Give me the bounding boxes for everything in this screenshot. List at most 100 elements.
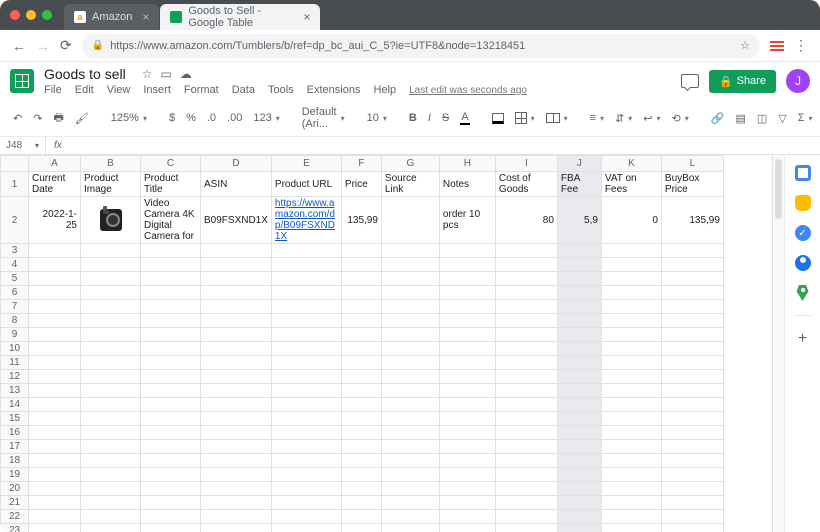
cell[interactable]	[29, 356, 81, 370]
cell[interactable]	[271, 356, 341, 370]
cell[interactable]	[341, 440, 381, 454]
row-header[interactable]: 1	[1, 172, 29, 197]
cell[interactable]	[439, 454, 495, 468]
cell[interactable]	[271, 384, 341, 398]
menu-help[interactable]: Help	[373, 84, 396, 96]
cell[interactable]	[439, 524, 495, 532]
menu-data[interactable]: Data	[232, 84, 255, 96]
cell[interactable]	[381, 482, 439, 496]
cell[interactable]	[81, 426, 141, 440]
name-box[interactable]: J48▾	[0, 137, 46, 154]
cell[interactable]	[201, 496, 272, 510]
cell[interactable]	[141, 412, 201, 426]
cell[interactable]	[141, 468, 201, 482]
row-header[interactable]: 18	[1, 454, 29, 468]
cell[interactable]	[439, 384, 495, 398]
cell[interactable]	[141, 314, 201, 328]
cell[interactable]	[439, 496, 495, 510]
cell[interactable]	[81, 398, 141, 412]
select-all-corner[interactable]	[1, 156, 29, 172]
cell[interactable]	[495, 426, 557, 440]
cell[interactable]	[29, 426, 81, 440]
cell[interactable]	[557, 314, 601, 328]
keep-icon[interactable]	[795, 195, 811, 211]
cell[interactable]	[557, 440, 601, 454]
cell[interactable]	[271, 496, 341, 510]
cell[interactable]	[495, 468, 557, 482]
cell[interactable]	[381, 440, 439, 454]
cell[interactable]	[661, 468, 723, 482]
row-header[interactable]: 8	[1, 314, 29, 328]
merge-button[interactable]	[543, 111, 571, 125]
cell[interactable]	[201, 356, 272, 370]
row-header[interactable]: 5	[1, 272, 29, 286]
cell[interactable]	[341, 524, 381, 532]
cell[interactable]	[341, 342, 381, 356]
cell[interactable]	[601, 440, 661, 454]
insert-link-button[interactable]: 🔗	[708, 110, 728, 127]
horizontal-align-button[interactable]: ≡	[587, 110, 607, 126]
menu-extensions[interactable]: Extensions	[307, 84, 361, 96]
cell[interactable]	[201, 440, 272, 454]
cell[interactable]	[141, 384, 201, 398]
cell[interactable]	[557, 370, 601, 384]
product-url-link[interactable]: https://www.amazon.com/dp/B09FSXND1X	[275, 198, 335, 242]
cell[interactable]	[271, 342, 341, 356]
cell[interactable]	[601, 454, 661, 468]
cell[interactable]	[495, 440, 557, 454]
cell[interactable]	[381, 300, 439, 314]
cell[interactable]	[601, 482, 661, 496]
tab-amazon[interactable]: a Amazon ×	[64, 4, 159, 30]
cell[interactable]: VAT on Fees	[601, 172, 661, 197]
cell[interactable]	[557, 454, 601, 468]
column-header-G[interactable]: G	[381, 156, 439, 172]
cell[interactable]	[81, 370, 141, 384]
cell[interactable]	[601, 468, 661, 482]
cell[interactable]	[439, 440, 495, 454]
cell[interactable]	[271, 300, 341, 314]
add-addon-icon[interactable]: +	[798, 330, 807, 348]
cell[interactable]	[201, 426, 272, 440]
cell[interactable]: 80	[495, 197, 557, 244]
insert-chart-button[interactable]: ◫	[754, 110, 770, 127]
cell[interactable]	[661, 412, 723, 426]
cell[interactable]	[557, 468, 601, 482]
cell[interactable]	[29, 300, 81, 314]
address-bar[interactable]: 🔒 https://www.amazon.com/Tumblers/b/ref=…	[82, 34, 760, 58]
row-header[interactable]: 11	[1, 356, 29, 370]
cell[interactable]	[381, 468, 439, 482]
cell[interactable]	[557, 482, 601, 496]
cell[interactable]	[495, 398, 557, 412]
row-header[interactable]: 3	[1, 244, 29, 258]
cell[interactable]	[29, 524, 81, 532]
cell[interactable]	[81, 482, 141, 496]
row-header[interactable]: 20	[1, 482, 29, 496]
zoom-dropdown[interactable]: 125%	[108, 110, 150, 126]
cell[interactable]	[81, 356, 141, 370]
cell[interactable]	[381, 197, 439, 244]
cell[interactable]	[141, 356, 201, 370]
cell[interactable]	[341, 426, 381, 440]
cloud-status-icon[interactable]: ☁	[180, 67, 192, 81]
cell[interactable]	[439, 370, 495, 384]
cell[interactable]	[201, 258, 272, 272]
cell[interactable]	[29, 510, 81, 524]
row-header[interactable]: 9	[1, 328, 29, 342]
cell[interactable]	[141, 398, 201, 412]
cell[interactable]	[601, 272, 661, 286]
cell[interactable]	[557, 510, 601, 524]
cell[interactable]	[201, 328, 272, 342]
cell[interactable]	[381, 426, 439, 440]
undo-button[interactable]: ↶	[10, 110, 25, 127]
cell[interactable]	[201, 482, 272, 496]
cell[interactable]	[439, 328, 495, 342]
cell[interactable]	[557, 300, 601, 314]
cell[interactable]	[661, 440, 723, 454]
cell[interactable]: order 10 pcs	[439, 197, 495, 244]
cell[interactable]	[341, 384, 381, 398]
cell[interactable]	[29, 286, 81, 300]
cell[interactable]	[661, 370, 723, 384]
cell[interactable]	[439, 300, 495, 314]
column-header-F[interactable]: F	[341, 156, 381, 172]
column-header-D[interactable]: D	[201, 156, 272, 172]
